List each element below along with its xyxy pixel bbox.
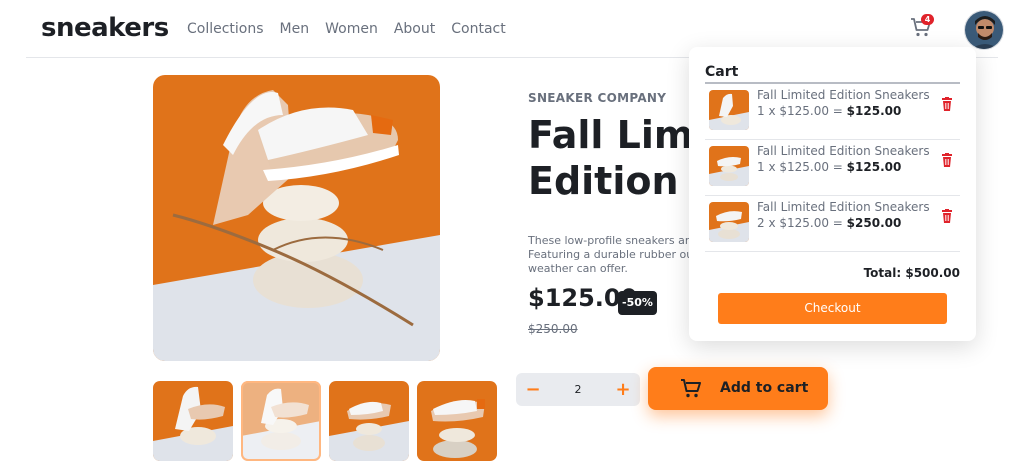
cart-dropdown: Cart Fall Limited Edition Sneakers 1 x $… (689, 47, 976, 341)
cart-item-qty: 2 x $125.00 = (757, 216, 847, 230)
thumbnail-1[interactable] (153, 381, 233, 461)
thumbnail-strip (153, 381, 497, 461)
nav-item-women[interactable]: Women (325, 21, 378, 37)
cart-item-qty: 1 x $125.00 = (757, 160, 847, 174)
quantity-stepper: − 2 + (516, 373, 640, 406)
cart-total: Total: $500.00 (863, 266, 960, 280)
cart-item-name: Fall Limited Edition Sneakers (757, 88, 930, 102)
cart-item-thumbnail (709, 146, 749, 186)
original-price: $250.00 (528, 322, 578, 336)
cart-item-qty: 1 x $125.00 = (757, 104, 847, 118)
brand-logo[interactable]: sneakers (41, 13, 169, 43)
cart-item-price-line: 1 x $125.00 = $125.00 (757, 160, 901, 174)
discount-badge: -50% (618, 291, 657, 315)
cart-item-name: Fall Limited Edition Sneakers (757, 200, 930, 214)
checkout-button[interactable]: Checkout (718, 293, 947, 324)
cart-item-price-line: 1 x $125.00 = $125.00 (757, 104, 901, 118)
product-main-image[interactable] (153, 75, 440, 361)
nav-item-collections[interactable]: Collections (187, 21, 264, 37)
cart-item-price-line: 2 x $125.00 = $250.00 (757, 216, 901, 230)
nav-item-about[interactable]: About (394, 21, 435, 37)
delete-icon[interactable] (941, 152, 953, 167)
quantity-increase-button[interactable]: + (606, 373, 640, 406)
cart-item-thumbnail (709, 202, 749, 242)
cart-item: Fall Limited Edition Sneakers 2 x $125.0… (705, 196, 960, 252)
cart-item-thumbnail (709, 90, 749, 130)
quantity-decrease-button[interactable]: − (516, 373, 550, 406)
cart-item: Fall Limited Edition Sneakers 1 x $125.0… (705, 84, 960, 140)
thumbnail-4[interactable] (417, 381, 497, 461)
thumbnail-2[interactable] (241, 381, 321, 461)
quantity-value[interactable]: 2 (550, 373, 606, 406)
nav-item-contact[interactable]: Contact (451, 21, 505, 37)
thumbnail-3[interactable] (329, 381, 409, 461)
nav-item-men[interactable]: Men (280, 21, 310, 37)
cart-item: Fall Limited Edition Sneakers 1 x $125.0… (705, 140, 960, 196)
cart-icon (680, 379, 702, 399)
main-nav: Collections Men Women About Contact (187, 21, 522, 37)
cart-count-badge: 4 (921, 14, 934, 25)
user-avatar[interactable] (964, 10, 1004, 50)
delete-icon[interactable] (941, 208, 953, 223)
add-to-cart-button[interactable]: Add to cart (648, 367, 828, 410)
delete-icon[interactable] (941, 96, 953, 111)
cart-item-name: Fall Limited Edition Sneakers (757, 144, 930, 158)
cart-item-total: $125.00 (846, 104, 902, 118)
cart-item-total: $250.00 (846, 216, 902, 230)
cart-heading: Cart (705, 64, 739, 80)
add-to-cart-label: Add to cart (720, 380, 809, 396)
cart-item-total: $125.00 (846, 160, 902, 174)
company-name: SNEAKER COMPANY (528, 91, 667, 105)
